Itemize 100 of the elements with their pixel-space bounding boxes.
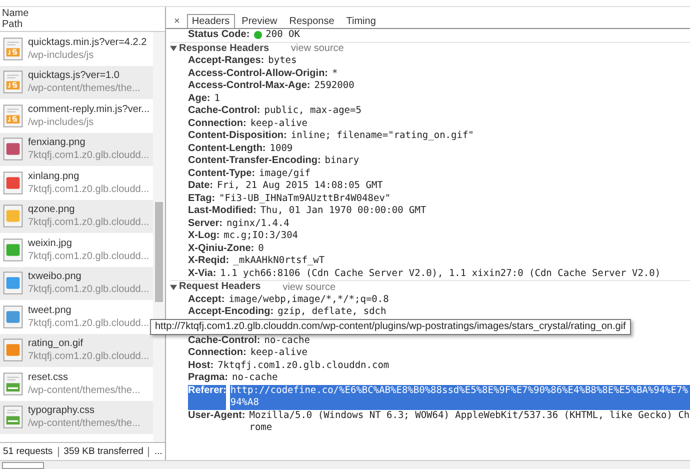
file-name: qzone.png [28,203,76,216]
file-path: /wp-content/themes/the... [28,82,140,96]
header-name: Accept-Ranges: [188,55,264,68]
tab[interactable]: Preview [236,14,282,28]
header-name: Content-Type: [188,168,256,180]
close-button[interactable]: × [169,14,185,28]
header-name: Server: [188,218,222,230]
header-name: Cache-Control: [188,105,260,118]
request-row[interactable]: txweibo.png 7ktqfj.com1.z0.glb.cloudd... [0,266,153,300]
header-value: nginx/1.4.4 [226,218,290,230]
request-row[interactable]: rating_on.gif 7ktqfj.com1.z0.glb.cloudd... [0,334,153,367]
header-name: Content-Length: [188,142,266,155]
header-name: Referer: [188,384,226,410]
file-path: 7ktqfj.com1.z0.glb.cloudd... [28,216,150,230]
header-name: X-Qiniu-Zone: [188,242,254,255]
header-value: 200 OK [266,29,300,42]
js-file-icon [3,36,23,61]
header-value: gzip, deflate, sdch [278,306,386,318]
tab[interactable]: Response [284,14,340,28]
file-name: fenxiang.png [28,136,86,150]
view-source-link[interactable]: view source [291,43,344,54]
expand-triangle-icon[interactable] [170,45,177,52]
header-name: Accept-Encoding: [188,306,274,318]
request-row[interactable]: qzone.png 7ktqfj.com1.z0.glb.cloudd... [0,200,153,233]
header-name: Pragma: [188,372,228,384]
header-value: keep-alive [250,347,308,360]
header-name: ETag: [188,192,216,205]
header-name: Access-Control-Max-Age: [188,80,310,92]
header-value: 2592000 [314,80,354,92]
file-path: 7ktqfj.com1.z0.glb.cloudd... [28,182,150,196]
header-name: User-Agent: [188,410,246,422]
file-name: reset.css [28,370,70,384]
header-value: bytes [268,55,297,68]
file-name: typography.css [28,404,96,418]
column-header[interactable]: Name [2,8,165,19]
section-title[interactable]: Request Headers [179,281,261,294]
js-file-icon [3,104,23,128]
header-value: 1.1 ych66:8106 (Cdn Cache Server V2.0), 1.1 xixin27:0 (Cdn Cache Server V2.0) [220,268,661,280]
css-file-icon [3,405,23,430]
file-name: txweibo.png [28,270,82,284]
header-value: _mkAAHkN0rtsf_wT [233,255,325,268]
css-file-icon [3,372,23,396]
request-row[interactable]: quicktags.min.js?ver=4.2.2 /wp-includes/js [0,32,153,66]
header-name: Last-Modified: [188,205,256,218]
header-name: Connection: [188,118,246,130]
file-name: quicktags.min.js?ver=4.2.2 [28,36,147,49]
header-value: Mozilla/5.0 (Windows NT 6.3; WOW64) AppleWebKit/537.36 (KHTML, like Gecko) Chrome [249,410,690,434]
header-value: keep-alive [250,118,308,130]
header-value: 1 [214,92,220,105]
header-value: 7ktqfj.com1.z0.glb.clouddn.com [218,360,390,372]
request-row[interactable]: typography.css /wp-content/themes/the... [0,400,153,434]
header-name: Accept: [188,294,225,306]
tab[interactable]: Headers [186,14,235,28]
header-name: Date: [188,180,214,192]
header-value: "Fi3-UB_IHNaTm9AUzttBr4W048ev" [219,192,391,205]
request-row[interactable]: fenxiang.png 7ktqfj.com1.z0.glb.cloudd... [0,132,153,166]
header-name: Status Code: [188,29,250,42]
header-value: inline; filename="rating_on.gif" [290,130,474,142]
header-value: public, max-age=5 [264,105,362,118]
file-name: comment-reply.min.js?ver... [28,102,150,116]
request-row[interactable]: quicktags.js?ver=1.0 /wp-content/themes/the... [0,66,153,99]
header-name: Content-Disposition: [188,130,287,142]
header-name: Cache-Control: [188,334,260,347]
request-row[interactable]: reset.css /wp-content/themes/the... [0,367,153,400]
header-value: image/webp,image/*,*/*;q=0.8 [228,294,389,306]
header-value: image/gif [259,168,311,180]
header-value: binary [324,155,360,168]
js-file-icon [3,70,23,94]
section-title[interactable]: Response Headers [179,42,270,55]
header-value: 0 [258,242,264,255]
request-row[interactable]: xinlang.png 7ktqfj.com1.z0.glb.cloudd... [0,166,153,200]
column-header[interactable]: Path [2,19,165,30]
file-path: 7ktqfj.com1.z0.glb.cloudd... [28,350,150,364]
header-name: X-Log: [188,230,220,242]
header-value: mc.g;IO:3/304 [224,230,298,242]
file-name: xinlang.png [28,170,80,183]
status-text: ... [154,446,162,457]
header-name: Connection: [188,347,246,360]
header-value: * [332,68,338,80]
file-path: /wp-content/themes/the... [28,384,140,397]
file-name: weixin.jpg [28,236,73,250]
header-name: Host: [188,360,214,372]
header-value: http://codefine.co/%E6%BC%AB%E8%B0%88ssd%E5%8E%9F%E7%90%86%E4%B8%8E%E5%BA%94%E7%94%A8 [230,384,690,410]
file-path: /wp-includes/js [28,116,95,129]
file-path: /wp-content/themes/the... [28,417,140,430]
request-row[interactable]: weixin.jpg 7ktqfj.com1.z0.glb.cloudd... [0,233,153,266]
file-path: 7ktqfj.com1.z0.glb.cloudd... [28,283,150,296]
expand-triangle-icon[interactable] [170,284,177,291]
header-value: Thu, 01 Jan 1970 00:00:00 GMT [260,205,426,218]
view-source-link[interactable]: view source [282,282,336,293]
request-row[interactable]: tweet.png 7ktqfj.com1.z0.glb.cloudd... [0,300,153,334]
header-name: Age: [188,92,210,105]
header-value: no-cache [264,334,310,347]
header-value: 1009 [270,142,293,155]
status-text: 359 KB transferred [64,446,144,457]
url-tooltip: http://7ktqfj.com1.z0.glb.clouddn.com/wp-content/plugins/wp-postratings/images/stars_crystal/rating_on.gif [150,318,631,334]
request-row[interactable]: comment-reply.min.js?ver... /wp-includes/js [0,99,153,132]
file-path: 7ktqfj.com1.z0.glb.cloudd... [28,149,150,162]
file-name: rating_on.gif [28,337,84,350]
tab[interactable]: Timing [341,14,381,28]
